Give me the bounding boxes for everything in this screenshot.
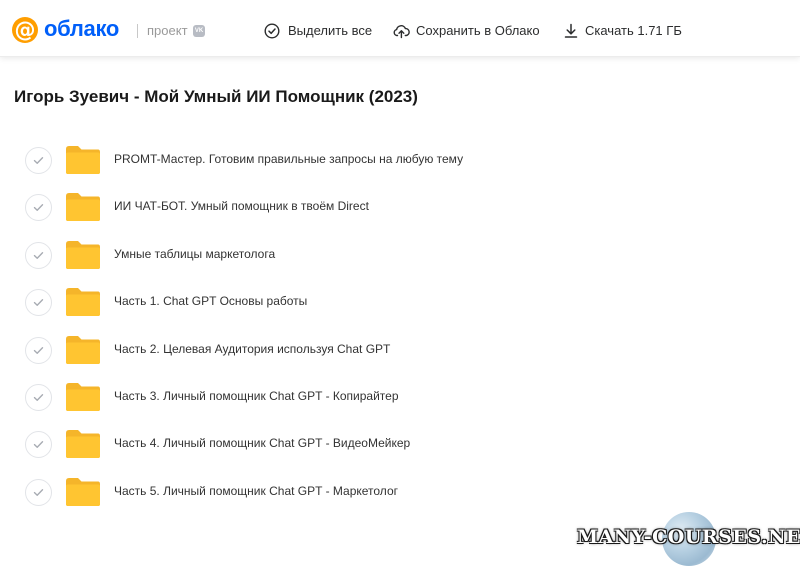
check-icon <box>33 204 44 212</box>
file-list: PROMT-Мастер. Готовим правильные запросы… <box>0 135 800 514</box>
folder-icon <box>66 382 100 411</box>
file-row[interactable]: Умные таблицы маркетолога <box>0 230 800 277</box>
file-row[interactable]: Часть 4. Личный помощник Chat GPT - Виде… <box>0 419 800 466</box>
folder-icon <box>66 477 100 506</box>
logo-divider <box>137 24 138 38</box>
check-icon <box>33 251 44 259</box>
file-name[interactable]: Часть 1. Chat GPT Основы работы <box>114 294 307 308</box>
folder-icon <box>66 288 100 317</box>
select-checkbox[interactable] <box>25 289 52 317</box>
watermark: MANY-COURSES.NET <box>577 526 800 548</box>
file-name[interactable]: Часть 3. Личный помощник Chat GPT - Копи… <box>114 389 399 403</box>
save-to-cloud-label: Сохранить в Облако <box>416 23 540 38</box>
select-all-label: Выделить все <box>288 23 373 38</box>
file-name[interactable]: Часть 4. Личный помощник Chat GPT - Виде… <box>114 436 410 450</box>
check-icon <box>33 488 44 496</box>
file-row[interactable]: Часть 5. Личный помощник Chat GPT - Марк… <box>0 467 800 514</box>
folder-icon <box>66 146 100 174</box>
page-title: Игорь Зуевич - Мой Умный ИИ Помощник (20… <box>14 87 418 106</box>
check-icon <box>33 394 44 401</box>
save-to-cloud-button[interactable]: Сохранить в Облако <box>393 21 540 41</box>
file-row[interactable]: Часть 1. Chat GPT Основы работы <box>0 277 800 324</box>
download-label: Скачать 1.71 ГБ <box>585 23 682 38</box>
logo-text[interactable]: облако <box>44 16 119 42</box>
check-icon <box>33 346 44 354</box>
select-checkbox[interactable] <box>25 431 52 459</box>
folder-icon <box>66 193 100 222</box>
file-row[interactable]: Часть 3. Личный помощник Chat GPT - Копи… <box>0 372 800 419</box>
file-name[interactable]: Умные таблицы маркетолога <box>114 247 275 261</box>
select-checkbox[interactable] <box>25 194 52 222</box>
file-name[interactable]: ИИ ЧАТ-БОТ. Умный помощник в твоём Direc… <box>114 199 369 213</box>
select-checkbox[interactable] <box>25 241 52 269</box>
top-bar: @ облако проект VK Выделить все Сохранит… <box>0 0 800 57</box>
download-button[interactable]: Скачать 1.71 ГБ <box>563 21 682 41</box>
check-circle-icon <box>264 23 280 39</box>
page: @ облако проект VK Выделить все Сохранит… <box>0 0 800 569</box>
file-row[interactable]: PROMT-Мастер. Готовим правильные запросы… <box>0 135 800 182</box>
vk-badge-icon: VK <box>193 25 205 37</box>
file-name[interactable]: PROMT-Мастер. Готовим правильные запросы… <box>114 152 463 166</box>
select-checkbox[interactable] <box>25 478 52 506</box>
select-all-button[interactable]: Выделить все <box>264 21 372 41</box>
check-icon <box>33 299 44 307</box>
file-row[interactable]: Часть 2. Целевая Аудитория используя Cha… <box>0 325 800 372</box>
file-name[interactable]: Часть 5. Личный помощник Chat GPT - Марк… <box>114 484 398 498</box>
select-checkbox[interactable] <box>25 336 52 364</box>
download-icon <box>564 23 578 38</box>
file-row[interactable]: ИИ ЧАТ-БОТ. Умный помощник в твоём Direc… <box>0 182 800 229</box>
logo-subtitle: проект <box>147 23 188 38</box>
folder-icon <box>66 335 100 364</box>
select-checkbox[interactable] <box>25 147 52 174</box>
file-name[interactable]: Часть 2. Целевая Аудитория используя Cha… <box>114 342 390 356</box>
select-checkbox[interactable] <box>25 383 52 411</box>
folder-icon <box>66 430 100 459</box>
logo-at-icon[interactable]: @ <box>12 17 38 43</box>
check-icon <box>33 441 44 449</box>
folder-icon <box>66 240 100 269</box>
check-icon <box>33 157 44 164</box>
cloud-upload-icon <box>393 25 410 39</box>
